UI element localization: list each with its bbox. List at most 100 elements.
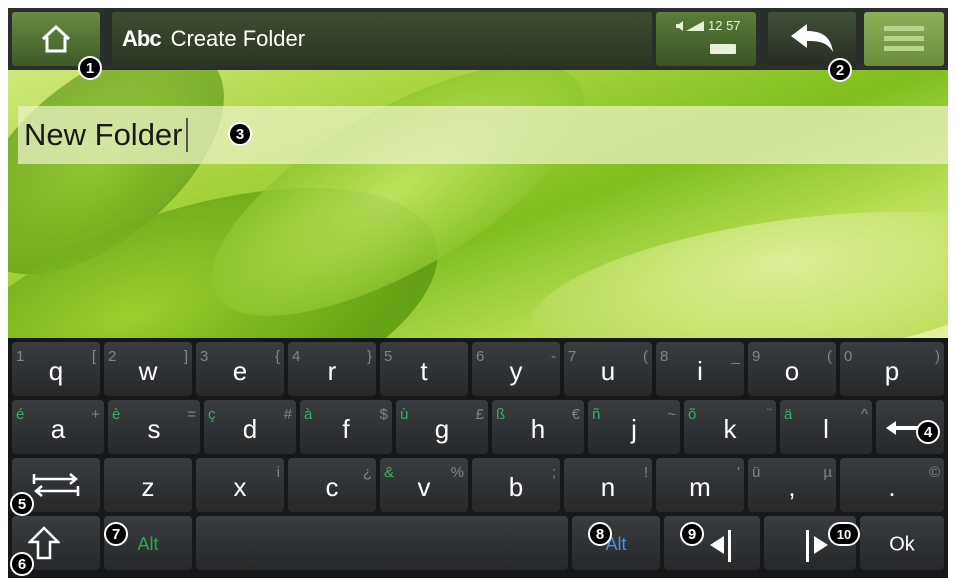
keyboard-row-2: é a + è s = ç d # à f $ ù g £ ß h € ñ j … bbox=[8, 400, 948, 456]
key-label: x bbox=[233, 471, 247, 502]
key-t[interactable]: 5 t bbox=[380, 342, 468, 396]
key-label: y bbox=[509, 355, 523, 386]
key-label: w bbox=[138, 355, 158, 386]
key-i[interactable]: 8 i _ bbox=[656, 342, 744, 396]
key-alt-right: £ bbox=[475, 406, 484, 423]
key-alt-left: & bbox=[384, 464, 395, 481]
callout-marker: 5 bbox=[10, 492, 34, 516]
key-p[interactable]: 0 p ) bbox=[840, 342, 944, 396]
callout-marker: 6 bbox=[10, 552, 34, 576]
key-alt-right: © bbox=[928, 464, 940, 481]
key-label: , bbox=[788, 471, 796, 502]
key-label: u bbox=[600, 355, 616, 386]
status-area: 12 57 bbox=[656, 12, 756, 66]
key-alt-right: ¨ bbox=[767, 406, 772, 423]
key-g[interactable]: ù g £ bbox=[396, 400, 488, 454]
clock-time: 12 57 bbox=[708, 18, 741, 33]
key-e[interactable]: 3 e { bbox=[196, 342, 284, 396]
key-label: f bbox=[342, 413, 350, 444]
key-k[interactable]: õ k ¨ bbox=[684, 400, 776, 454]
key-label: o bbox=[784, 355, 800, 386]
key-label: q bbox=[48, 355, 64, 386]
keyboard-row-3: z x i c ¿ & v % b ; n ! m ' ü , µ . © bbox=[8, 458, 948, 514]
menu-button[interactable] bbox=[864, 12, 944, 66]
alt-right-key[interactable]: Alt bbox=[572, 516, 660, 570]
cursor-left-key[interactable] bbox=[664, 516, 760, 570]
key-d[interactable]: ç d # bbox=[204, 400, 296, 454]
key-alt-left: 5 bbox=[384, 348, 393, 365]
virtual-keyboard: 1 q [ 2 w ] 3 e { 4 r } 5 t 6 y - 7 u (… bbox=[8, 338, 948, 578]
key-h[interactable]: ß h € bbox=[492, 400, 584, 454]
keyboard-row-1: 1 q [ 2 w ] 3 e { 4 r } 5 t 6 y - 7 u (… bbox=[8, 342, 948, 398]
key-z[interactable]: z bbox=[104, 458, 192, 512]
folder-name-value: New Folder bbox=[24, 117, 183, 152]
key-label: l bbox=[823, 413, 829, 444]
key-alt-right: ^ bbox=[860, 406, 868, 423]
key-alt-right: ] bbox=[183, 348, 188, 365]
key-alt-right: + bbox=[91, 406, 100, 423]
key-alt-right: ) bbox=[935, 348, 940, 365]
callout-marker: 1 bbox=[78, 56, 102, 80]
key-s[interactable]: è s = bbox=[108, 400, 200, 454]
callout-marker: 10 bbox=[828, 522, 860, 546]
key-v[interactable]: & v % bbox=[380, 458, 468, 512]
key-w[interactable]: 2 w ] bbox=[104, 342, 192, 396]
key-comma[interactable]: ü , µ bbox=[748, 458, 836, 512]
key-alt-left: õ bbox=[688, 406, 697, 423]
tab-arrows-icon bbox=[32, 473, 80, 497]
callout-marker: 2 bbox=[828, 58, 852, 82]
key-u[interactable]: 7 u ( bbox=[564, 342, 652, 396]
ok-key[interactable]: Ok bbox=[860, 516, 944, 570]
key-label: r bbox=[327, 355, 337, 386]
key-alt-left: 4 bbox=[292, 348, 301, 365]
folder-name-input[interactable]: New Folder bbox=[18, 106, 948, 164]
key-f[interactable]: à f $ bbox=[300, 400, 392, 454]
back-arrow-icon bbox=[791, 24, 833, 52]
key-label: i bbox=[697, 355, 703, 386]
menu-icon bbox=[884, 26, 924, 51]
key-alt-left: 9 bbox=[752, 348, 761, 365]
key-label: e bbox=[232, 355, 248, 386]
key-alt-right: ; bbox=[551, 464, 556, 481]
shift-arrow-icon bbox=[28, 526, 60, 560]
key-alt-left: 2 bbox=[108, 348, 117, 365]
key-alt-right: # bbox=[283, 406, 292, 423]
alt-left-label: Alt bbox=[137, 534, 159, 555]
key-period[interactable]: . © bbox=[840, 458, 944, 512]
key-j[interactable]: ñ j ~ bbox=[588, 400, 680, 454]
text-caret bbox=[185, 118, 188, 152]
page-title: Create Folder bbox=[170, 26, 306, 51]
key-q[interactable]: 1 q [ bbox=[12, 342, 100, 396]
key-label: t bbox=[420, 355, 428, 386]
key-alt-left: 7 bbox=[568, 348, 577, 365]
key-l[interactable]: ä l ^ bbox=[780, 400, 872, 454]
key-alt-right: ! bbox=[643, 464, 648, 481]
space-key[interactable] bbox=[196, 516, 568, 570]
title-area: Abc Create Folder bbox=[112, 12, 652, 66]
key-alt-right: = bbox=[187, 406, 196, 423]
key-alt-right: ( bbox=[643, 348, 648, 365]
key-alt-left: è bbox=[112, 406, 121, 423]
key-m[interactable]: m ' bbox=[656, 458, 744, 512]
key-alt-right: € bbox=[571, 406, 580, 423]
key-o[interactable]: 9 o ( bbox=[748, 342, 836, 396]
key-alt-right: ' bbox=[737, 464, 740, 481]
key-a[interactable]: é a + bbox=[12, 400, 104, 454]
key-r[interactable]: 4 r } bbox=[288, 342, 376, 396]
key-alt-right: _ bbox=[731, 348, 740, 365]
callout-marker: 8 bbox=[588, 522, 612, 546]
home-icon bbox=[41, 24, 71, 53]
key-label: j bbox=[631, 413, 637, 444]
key-alt-right: i bbox=[276, 464, 280, 481]
key-c[interactable]: c ¿ bbox=[288, 458, 376, 512]
key-alt-left: ñ bbox=[592, 406, 601, 423]
key-alt-right: % bbox=[450, 464, 464, 481]
key-alt-right: ~ bbox=[667, 406, 676, 423]
key-n[interactable]: n ! bbox=[564, 458, 652, 512]
key-label: n bbox=[600, 471, 616, 502]
key-x[interactable]: x i bbox=[196, 458, 284, 512]
ok-label: Ok bbox=[889, 533, 915, 556]
key-y[interactable]: 6 y - bbox=[472, 342, 560, 396]
key-b[interactable]: b ; bbox=[472, 458, 560, 512]
key-alt-left: 3 bbox=[200, 348, 209, 365]
